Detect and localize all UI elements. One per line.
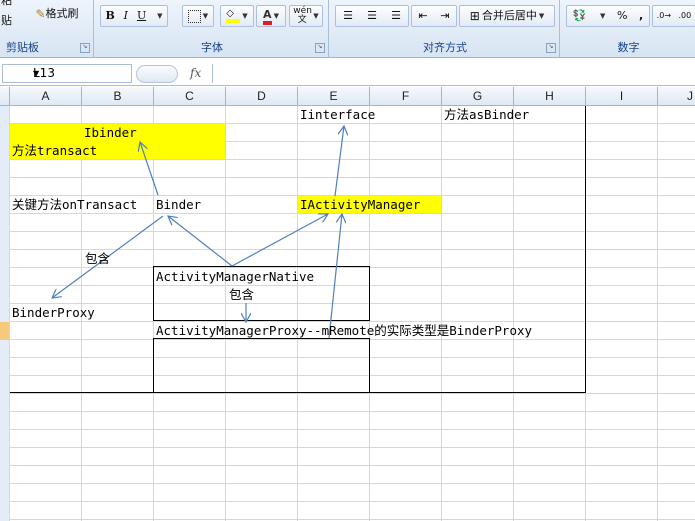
- cell-binder[interactable]: Binder: [156, 196, 201, 214]
- merge-center-button[interactable]: ⊞ 合并后居中 ▼: [459, 5, 555, 27]
- align-center-icon[interactable]: ☰: [367, 6, 377, 26]
- arrow-amn-to-binder: [168, 216, 233, 267]
- format-painter-label: 格式刷: [45, 7, 79, 20]
- row-headers[interactable]: [0, 106, 9, 521]
- cell-iactivitymanager[interactable]: IActivityManager: [300, 196, 420, 214]
- alignment-group: ☰ ☰ ☰ ⇤ ⇥ ⊞ 合并后居中 ▼ 对齐方式 ↘: [331, 0, 560, 57]
- align-buttons: ☰ ☰ ☰: [335, 5, 409, 27]
- cell-contains-2[interactable]: 包含: [229, 286, 254, 304]
- paste-button[interactable]: 粘贴: [0, 0, 20, 27]
- column-header-a[interactable]: A: [10, 87, 82, 105]
- arrow-iactivitymanager-to-iinterface: [334, 126, 344, 197]
- column-headers: A B C D E F G H I J: [0, 87, 695, 106]
- cell-ibinder[interactable]: Ibinder: [84, 124, 137, 142]
- column-header-j[interactable]: J: [658, 87, 695, 105]
- column-header-f[interactable]: F: [370, 87, 442, 105]
- italic-button[interactable]: I: [124, 6, 128, 26]
- cell-method-transact[interactable]: 方法transact: [12, 142, 97, 160]
- formula-input[interactable]: [212, 64, 695, 83]
- alignment-launcher-icon[interactable]: ↘: [546, 43, 556, 53]
- brush-icon: ✎: [35, 7, 46, 21]
- column-header-e[interactable]: E: [298, 87, 370, 105]
- align-right-icon[interactable]: ☰: [391, 6, 401, 26]
- decrease-decimal-icon[interactable]: .00: [679, 6, 692, 26]
- name-box-dropdown-icon[interactable]: ▼: [33, 65, 128, 82]
- cell-contains-1[interactable]: 包含: [85, 250, 110, 268]
- phonetic-button[interactable]: wén 文 ▼: [289, 5, 323, 27]
- active-row-header[interactable]: [0, 322, 9, 340]
- font-style-buttons: B I U ▼: [100, 5, 168, 27]
- column-header-d[interactable]: D: [226, 87, 298, 105]
- column-header-g[interactable]: G: [442, 87, 514, 105]
- insert-function-icon[interactable]: fx: [190, 66, 201, 80]
- alignment-group-label: 对齐方式: [423, 41, 467, 54]
- percent-button[interactable]: %: [617, 6, 627, 26]
- column-header-c[interactable]: C: [154, 87, 226, 105]
- select-all-corner[interactable]: [0, 87, 10, 105]
- formula-bar-resize-handle[interactable]: [136, 65, 178, 83]
- worksheet-grid[interactable]: Ibinder 方法transact Iinterface 方法asBinder…: [0, 106, 695, 521]
- paint-bucket-icon: ◇: [226, 9, 241, 23]
- name-box[interactable]: L13 ▼: [2, 64, 132, 83]
- cell-key-method[interactable]: 关键方法onTransact: [12, 196, 137, 214]
- font-group-label: 字体: [201, 41, 223, 54]
- arrow-amn-to-iactivitymanager: [231, 214, 328, 267]
- number-group: 💱 ▼ % , .0→ .00 数字: [562, 0, 695, 57]
- borders-button[interactable]: ▼: [182, 5, 214, 27]
- merge-icon: ⊞: [469, 9, 480, 23]
- font-color-button[interactable]: A ▼: [256, 5, 286, 27]
- arrow-amp-to-iactivitymanager: [328, 214, 342, 339]
- amp-box: [153, 338, 370, 393]
- ribbon: 粘贴 ✎ 格式刷 剪贴板 ↘ B I U ▼ ▼ ◇ ▼ A ▼ wén 文 ▼ 字体…: [0, 0, 695, 58]
- underline-button[interactable]: U: [137, 6, 146, 26]
- bold-button[interactable]: B: [105, 6, 114, 26]
- column-header-h[interactable]: H: [514, 87, 586, 105]
- indent-buttons: ⇤ ⇥: [411, 5, 457, 27]
- decrease-indent-icon[interactable]: ⇤: [418, 6, 427, 26]
- cell-amn[interactable]: ActivityManagerNative: [156, 268, 314, 286]
- number-format-buttons: 💱 ▼ % ,: [566, 5, 650, 27]
- merge-label: 合并后居中: [481, 9, 537, 22]
- underline-dropdown-icon[interactable]: ▼: [157, 6, 162, 26]
- formula-bar: L13 ▼ fx: [0, 62, 695, 86]
- font-color-icon: A: [263, 8, 272, 25]
- clipboard-launcher-icon[interactable]: ↘: [80, 43, 90, 53]
- align-left-icon[interactable]: ☰: [343, 6, 353, 26]
- format-painter-button[interactable]: ✎ 格式刷: [26, 3, 88, 25]
- cell-binderproxy[interactable]: BinderProxy: [12, 304, 95, 322]
- cell-amp[interactable]: ActivityManagerProxy--mRemote的实际类型是Binde…: [156, 322, 532, 340]
- cell-method-asbinder[interactable]: 方法asBinder: [444, 106, 529, 124]
- font-launcher-icon[interactable]: ↘: [315, 43, 325, 53]
- phonetic-icon: wén 文: [293, 6, 312, 25]
- border-icon: [187, 9, 201, 23]
- number-group-label: 数字: [617, 41, 640, 54]
- gridlines: [0, 106, 695, 521]
- decimal-buttons: .0→ .00: [652, 5, 695, 27]
- clipboard-group: 粘贴 ✎ 格式刷 剪贴板 ↘: [0, 0, 94, 57]
- column-header-i[interactable]: I: [586, 87, 658, 105]
- column-header-b[interactable]: B: [82, 87, 154, 105]
- paste-label: 粘贴: [1, 0, 12, 27]
- increase-decimal-icon[interactable]: .0→: [657, 6, 671, 26]
- comma-button[interactable]: ,: [639, 6, 643, 26]
- cell-iinterface[interactable]: Iinterface: [300, 106, 375, 124]
- accounting-dropdown-icon[interactable]: ▼: [600, 6, 605, 26]
- accounting-format-icon[interactable]: 💱: [573, 6, 587, 26]
- fill-color-button[interactable]: ◇ ▼: [220, 5, 254, 27]
- font-group: B I U ▼ ▼ ◇ ▼ A ▼ wén 文 ▼ 字体 ↘: [96, 0, 329, 57]
- increase-indent-icon[interactable]: ⇥: [440, 6, 449, 26]
